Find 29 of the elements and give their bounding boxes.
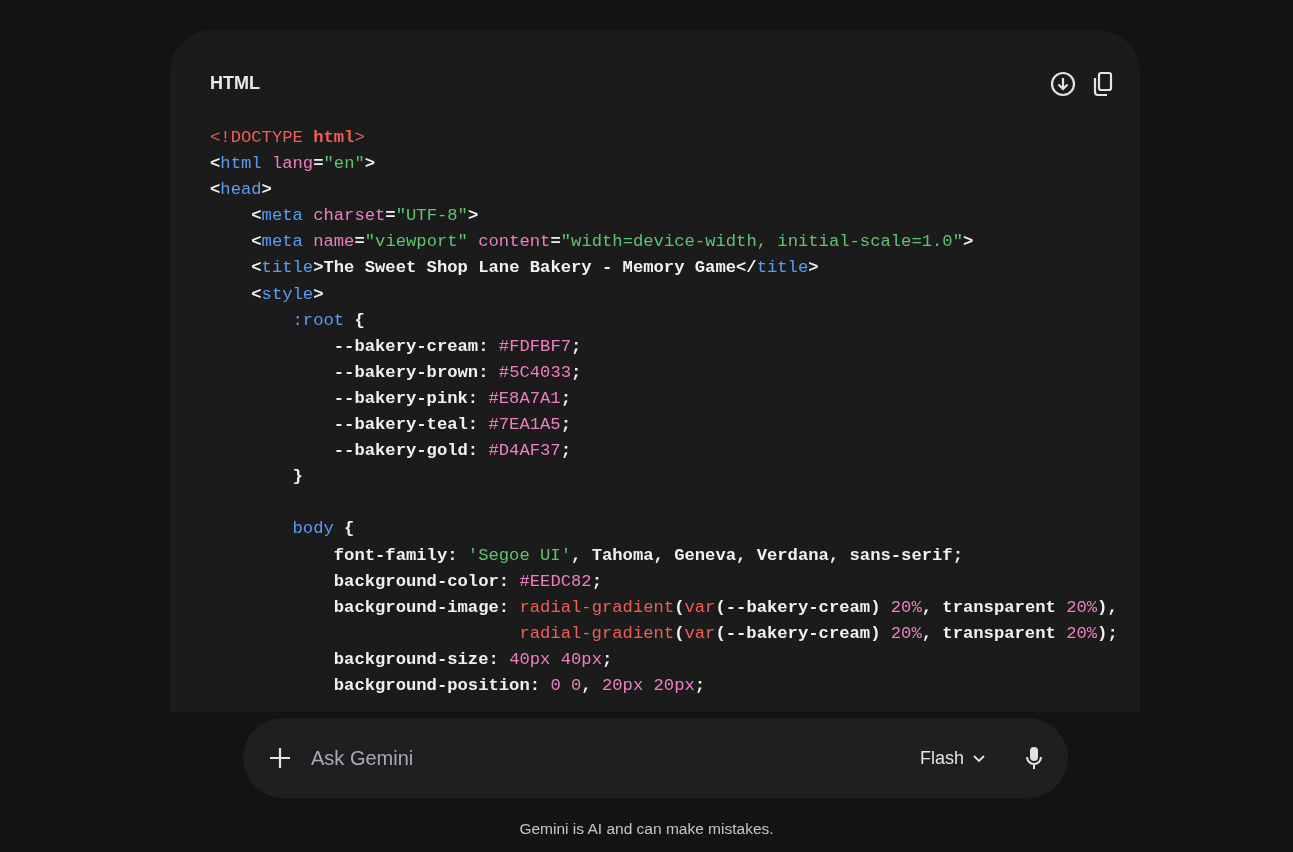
code-line: :root { — [291, 309, 365, 332]
code-line: <html lang="en"> — [210, 153, 376, 176]
code-line: background-color: #EEDC82; — [332, 570, 602, 593]
code-line: <title>The Sweet Shop Lane Bakery - Memory Game</title> — [250, 257, 819, 280]
code-line: body { — [291, 518, 355, 541]
code-line: --bakery-cream: #FDFBF7; — [332, 335, 582, 358]
code-line: --bakery-teal: #7EA1A5; — [332, 414, 571, 437]
model-selector[interactable]: Flash — [914, 743, 992, 773]
copy-icon[interactable] — [1092, 70, 1114, 97]
code-line: <!DOCTYPE html> — [210, 127, 365, 149]
code-line: radial-gradient(var(--bakery-cream) 20%, transparent 20%); — [518, 622, 1118, 645]
code-line: font-family: 'Segoe UI', Tahoma, Geneva, Verdana, sans-serif; — [332, 544, 963, 567]
code-line: background-size: 40px 40px; — [332, 648, 613, 671]
add-icon[interactable] — [267, 745, 293, 771]
code-line: } — [291, 466, 303, 489]
code-language-label: HTML — [210, 72, 260, 95]
code-line: --bakery-brown: #5C4033; — [332, 361, 582, 384]
code-line: --bakery-pink: #E8A7A1; — [332, 387, 571, 410]
code-line: --bakery-gold: #D4AF37; — [332, 440, 571, 463]
code-line: <head> — [210, 179, 272, 202]
microphone-icon[interactable] — [1024, 745, 1044, 771]
code-line: background-image: radial-gradient(var(--bakery-cream) 20%, transparent 20%), — [332, 596, 1118, 619]
download-icon[interactable] — [1050, 70, 1076, 97]
code-line: background-position: 0 0, 20px 20px; — [332, 674, 706, 697]
prompt-field[interactable]: Ask Gemini Flash — [243, 718, 1068, 798]
code-line: <meta name="viewport" content="width=device-width, initial-scale=1.0"> — [250, 231, 974, 254]
code-line: <style> — [250, 283, 324, 306]
disclaimer-text: Gemini is AI and can make mistakes. — [518, 819, 775, 839]
code-line: <meta charset="UTF-8"> — [250, 205, 479, 228]
